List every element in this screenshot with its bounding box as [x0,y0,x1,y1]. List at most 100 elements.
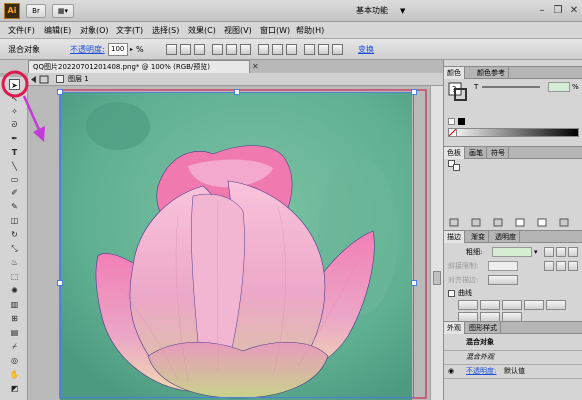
cap-square-button[interactable] [568,247,578,257]
blend-icon[interactable]: ◎ [9,355,20,366]
gap-field[interactable] [480,300,500,310]
menu-help[interactable]: 帮助(H) [296,22,324,39]
appearance-object-title: 混合对象 [466,338,494,346]
menu-type[interactable]: 文字(T) [116,22,143,39]
selection-handle[interactable] [411,280,417,286]
stroke-weight-input[interactable] [492,247,532,257]
document-tab[interactable]: QQ图片20220701201408.png* @ 100% (RGB/预览) [28,60,250,73]
selection-handle[interactable] [57,280,63,286]
join-bevel-button[interactable] [568,261,578,271]
restore-icon[interactable]: ❐ [550,3,566,18]
close-icon[interactable]: ✕ [566,3,582,18]
tint-input[interactable] [548,82,570,92]
warp-icon[interactable]: ♨ [9,257,20,268]
eraser-icon[interactable]: ◫ [9,215,20,226]
menu-effect[interactable]: 效果(C) [188,22,216,39]
tint-slider[interactable] [482,86,540,88]
eyedropper-icon[interactable]: ⌿ [9,341,20,352]
align-center-icon[interactable] [180,44,191,55]
vertical-scrollbar[interactable] [430,86,443,400]
distribute-top-icon[interactable] [258,44,269,55]
bridge-button[interactable]: Br [26,4,46,18]
menu-object[interactable]: 对象(O) [80,22,109,39]
distribute-right-icon[interactable] [332,44,343,55]
distribute-left-icon[interactable] [304,44,315,55]
chevron-down-icon[interactable]: ▾ [534,247,538,257]
menu-edit[interactable]: 编辑(E) [44,22,71,39]
cap-butt-button[interactable] [544,247,554,257]
arrange-documents-button[interactable]: ▦▾ [52,4,74,18]
minimize-icon[interactable]: – [534,3,550,18]
gradient-icon[interactable]: ▤ [9,327,20,338]
opacity-chevron-icon[interactable]: ▸ [130,39,133,60]
join-miter-button[interactable] [544,261,554,271]
cap-round-button[interactable] [556,247,566,257]
align-stroke-label: 对齐描边: [448,276,479,284]
line-icon[interactable]: ╲ [9,161,20,172]
gap-field[interactable] [524,300,544,310]
join-round-button[interactable] [556,261,566,271]
tab-swatches[interactable]: 色板 [444,147,465,159]
fill-stroke-icon[interactable]: ◩ [9,383,20,394]
chevron-down-icon[interactable]: ▼ [400,4,405,18]
workspace-switcher[interactable]: 基本功能 [356,4,406,18]
menu-select[interactable]: 选择(S) [152,22,179,39]
hand-icon[interactable]: ✋ [9,369,20,380]
document-canvas[interactable] [28,86,430,400]
white-swatch[interactable] [448,118,455,125]
tab-symbols[interactable]: 符号 [488,147,509,159]
align-bottom-icon[interactable] [240,44,251,55]
mesh-icon[interactable]: ⊞ [9,313,20,324]
align-middle-icon[interactable] [226,44,237,55]
tab-gradient[interactable]: 渐变 [468,231,489,243]
tab-brushes[interactable]: 画笔 [466,147,487,159]
opacity-link[interactable]: 不透明度: [70,39,105,60]
symbol-sprayer-icon[interactable]: ✺ [9,285,20,296]
menu-view[interactable]: 视图(V) [224,22,252,39]
align-left-icon[interactable] [166,44,177,55]
graph-icon[interactable]: ▥ [9,299,20,310]
distribute-middle-icon[interactable] [272,44,283,55]
visibility-eye-icon[interactable]: ◉ [448,367,454,375]
distribute-center-icon[interactable] [318,44,329,55]
rotate-icon[interactable]: ↻ [9,229,20,240]
align-right-icon[interactable] [194,44,205,55]
distribute-bottom-icon[interactable] [286,44,297,55]
tab-transparency[interactable]: 透明度 [492,231,520,243]
dash-field[interactable] [502,300,522,310]
appearance-opacity-link[interactable]: 不透明度: [466,366,496,376]
transform-link[interactable]: 变换 [358,39,374,60]
tab-graphic-styles[interactable]: 图形样式 [466,322,501,334]
close-icon[interactable]: ✕ [252,60,259,73]
menu-file[interactable]: 文件(F) [8,22,35,39]
scale-icon[interactable]: ⤡ [9,243,20,254]
align-stroke-button[interactable] [488,275,518,285]
tab-color[interactable]: 颜色 [444,67,465,79]
none-swatch-icon[interactable] [448,128,457,137]
layer-name[interactable]: 图层 1 [68,73,89,86]
tab-stroke[interactable]: 描边 [444,231,465,243]
scrollbar-thumb[interactable] [433,271,441,285]
swatch-none-icon[interactable] [448,160,462,172]
selection-bounding-box[interactable] [60,92,414,398]
miter-limit-input[interactable] [488,261,518,271]
fill-stroke-icon[interactable]: ? [448,82,468,102]
align-top-icon[interactable] [212,44,223,55]
rectangle-icon[interactable]: ▭ [9,174,20,185]
selection-handle[interactable] [411,89,417,95]
menu-window[interactable]: 窗口(W) [260,22,290,39]
black-swatch[interactable] [458,118,465,125]
annotation-arrow [22,95,42,133]
color-spectrum[interactable] [448,128,579,137]
tab-color-guide[interactable]: 颜色参考 [474,67,509,79]
free-transform-icon[interactable]: ⬚ [9,271,20,282]
paintbrush-icon[interactable]: ✐ [9,187,20,198]
opacity-input[interactable]: 100 [108,43,128,56]
tab-appearance[interactable]: 外观 [444,322,465,334]
swatches-footer-icons[interactable] [448,218,578,228]
curve-checkbox[interactable] [448,290,455,297]
dash-field[interactable] [546,300,566,310]
pencil-icon[interactable]: ✎ [9,201,20,212]
dash-field[interactable] [458,300,478,310]
selection-handle[interactable] [234,89,240,95]
